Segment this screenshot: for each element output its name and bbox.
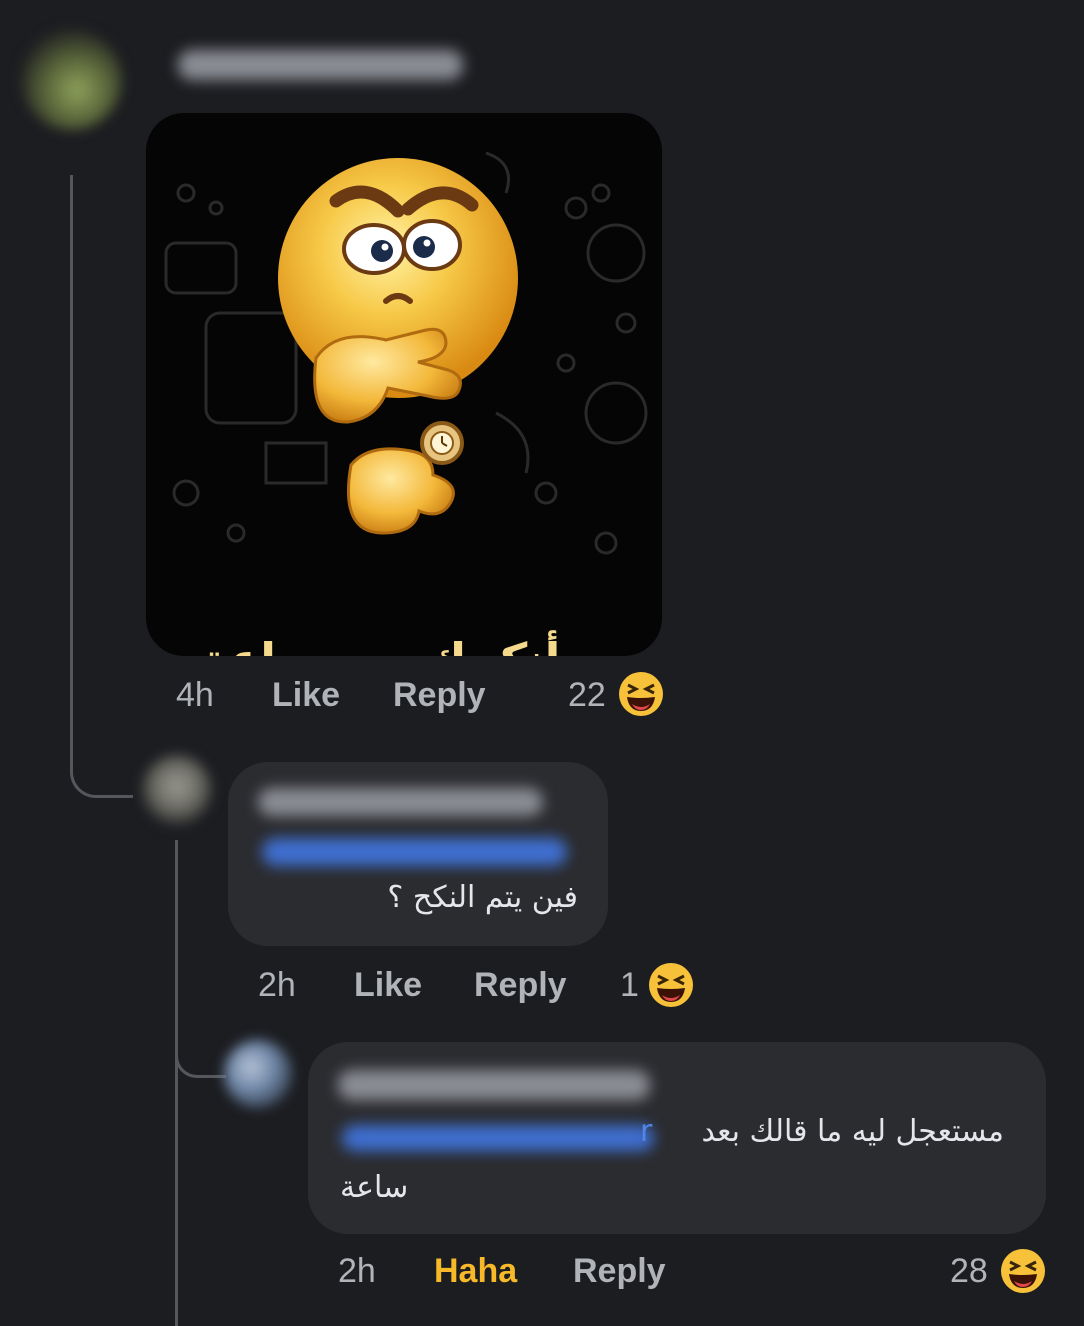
reaction-count[interactable]: 28 <box>950 1252 988 1291</box>
comment-text: مستعجل ليه ما قالك بعد <box>701 1114 1004 1149</box>
like-button[interactable]: Like <box>272 676 340 715</box>
thinking-emoji-illustration <box>164 151 648 555</box>
avatar[interactable] <box>224 1040 292 1108</box>
haha-reaction-button[interactable]: Haha <box>434 1252 517 1291</box>
comment-image-attachment[interactable]: سأنكحك بعد ساعة <box>146 113 662 656</box>
comment-timestamp[interactable]: 2h <box>338 1252 376 1291</box>
thread-connector <box>175 840 180 1326</box>
like-button[interactable]: Like <box>354 966 422 1005</box>
image-caption: سأنكحك بعد ساعة <box>146 633 662 656</box>
comment-timestamp[interactable]: 2h <box>258 966 296 1005</box>
thread-connector <box>175 1030 226 1078</box>
avatar[interactable] <box>22 30 122 130</box>
thread-connector <box>70 175 133 798</box>
comment-thread: سأنكحك بعد ساعة 4h Like Reply 22 فين يتم… <box>0 0 1084 1326</box>
laughing-emoji-icon[interactable] <box>1000 1248 1046 1294</box>
reaction-count[interactable]: 22 <box>568 676 606 715</box>
author-name-blurred[interactable] <box>258 788 543 816</box>
author-name-blurred[interactable] <box>178 50 463 80</box>
reply-button[interactable]: Reply <box>573 1252 666 1291</box>
reply-button[interactable]: Reply <box>393 676 486 715</box>
author-name-blurred[interactable] <box>338 1070 650 1100</box>
laughing-emoji-icon[interactable] <box>648 962 694 1008</box>
mention-blurred[interactable] <box>262 838 567 866</box>
comment-text: ساعة <box>340 1170 409 1205</box>
reaction-count[interactable]: 1 <box>620 966 639 1005</box>
mention-blurred[interactable] <box>342 1125 654 1151</box>
mention-tail[interactable]: r <box>640 1114 652 1149</box>
comment-timestamp[interactable]: 4h <box>176 676 214 715</box>
comment-text: فين يتم النكح ؟ <box>387 880 578 915</box>
reply-button[interactable]: Reply <box>474 966 567 1005</box>
laughing-emoji-icon[interactable] <box>618 671 664 717</box>
avatar[interactable] <box>142 755 212 825</box>
